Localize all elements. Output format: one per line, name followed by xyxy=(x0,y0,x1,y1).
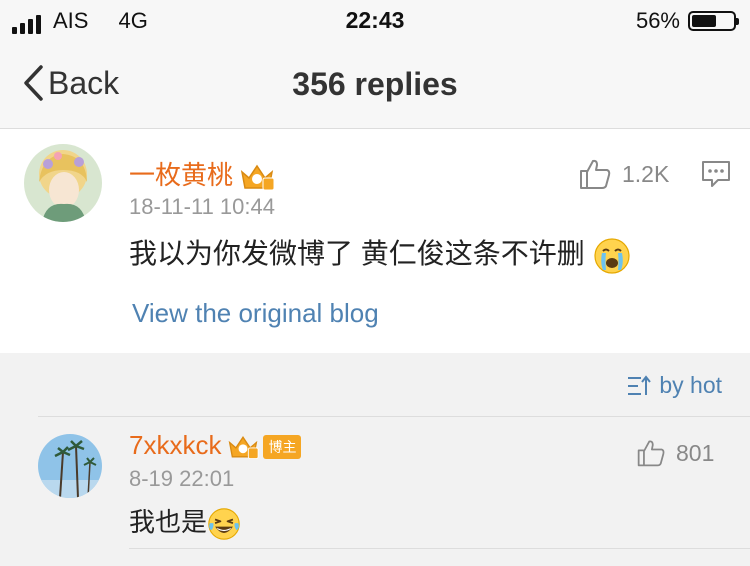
avatar[interactable] xyxy=(24,144,102,222)
author-badge: 博主 xyxy=(263,435,302,460)
crying-face-icon xyxy=(593,238,630,274)
main-comment: 一枚黄桃 18-11-11 10:44 1.2K 我以为你发微博了 黄仁俊这条不… xyxy=(0,129,750,353)
back-button[interactable]: Back xyxy=(22,64,119,102)
comment-text: 我以为你发微博了 黄仁俊这条不许删 xyxy=(129,232,631,275)
status-right: 56% xyxy=(635,8,739,34)
comment-text-content: 我以为你发微博了 黄仁俊这条不许删 xyxy=(129,238,585,269)
reply-like-count: 801 xyxy=(676,439,715,466)
reply-text: 我也是 xyxy=(129,502,241,541)
thumbs-up-icon xyxy=(580,159,611,189)
sort-label: by hot xyxy=(659,372,722,398)
crown-icon xyxy=(240,164,275,191)
thumbs-up-icon xyxy=(637,440,665,467)
reply-like-button[interactable]: 801 xyxy=(636,438,714,468)
status-bar: AIS 4G 22:43 56% xyxy=(0,0,750,44)
reply-button[interactable] xyxy=(700,159,732,194)
reply-avatar[interactable] xyxy=(38,434,102,498)
divider xyxy=(129,548,750,549)
sort-toggle[interactable]: by hot xyxy=(627,372,722,399)
back-label: Back xyxy=(48,64,120,101)
username-text: 一枚黄桃 xyxy=(129,160,234,190)
reply-username[interactable]: 7xkxkck 博主 xyxy=(129,430,302,461)
comment-timestamp: 18-11-11 10:44 xyxy=(129,194,275,219)
reply-text-content: 我也是 xyxy=(129,507,208,537)
like-count: 1.2K xyxy=(622,160,670,187)
battery-icon xyxy=(688,11,739,31)
navigation-bar: Back 356 replies xyxy=(0,44,750,129)
battery-percent: 56% xyxy=(635,8,680,33)
laughing-tears-face-icon xyxy=(208,508,240,540)
comment-icon xyxy=(702,161,730,187)
reply-username-text: 7xkxkck xyxy=(129,430,222,460)
chevron-left-icon xyxy=(24,65,43,101)
username[interactable]: 一枚黄桃 xyxy=(129,155,275,192)
view-original-blog-link[interactable]: View the original blog xyxy=(132,298,379,329)
like-button[interactable]: 1.2K xyxy=(578,157,669,191)
divider xyxy=(38,416,750,417)
sort-icon xyxy=(628,374,652,395)
reply-timestamp: 8-19 22:01 xyxy=(129,466,235,491)
crown-icon xyxy=(229,436,260,460)
